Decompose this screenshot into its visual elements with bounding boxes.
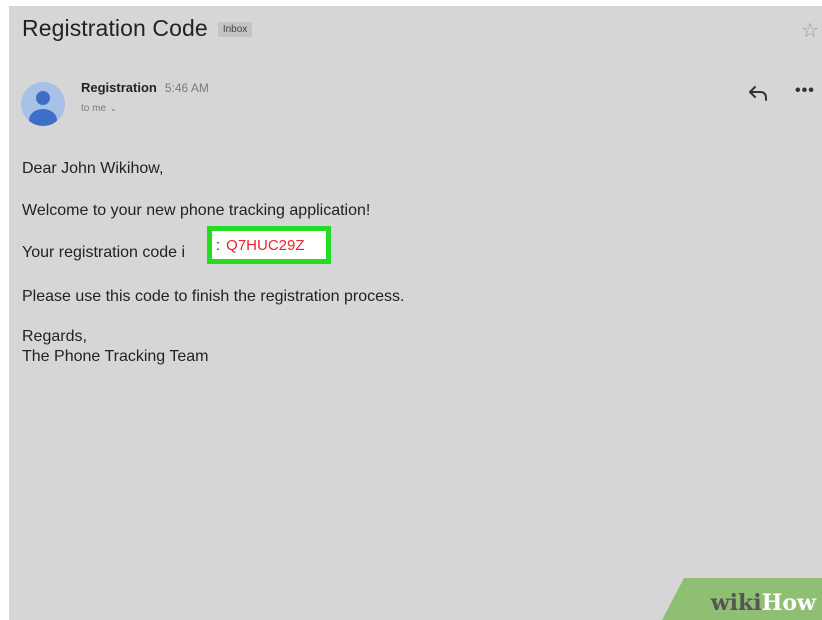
- greeting-text: Dear John Wikihow,: [22, 160, 164, 177]
- inbox-label-badge[interactable]: Inbox: [217, 22, 253, 37]
- more-horizontal-icon[interactable]: •••: [795, 82, 815, 100]
- regards-text: Regards,: [22, 328, 87, 345]
- instruction-text: Please use this code to finish the regis…: [22, 288, 405, 305]
- highlight-box: : Q7HUC29Z: [207, 226, 331, 264]
- chevron-down-icon: ⌄: [110, 104, 117, 113]
- email-timestamp: 5:46 AM: [164, 81, 209, 95]
- code-inner: : Q7HUC29Z: [212, 231, 305, 259]
- sender-block: Registration 5:46 AM to me ⌄: [81, 80, 209, 114]
- sender-name[interactable]: Registration: [81, 80, 157, 95]
- reply-icon[interactable]: [747, 84, 769, 102]
- email-subject: Registration Code: [22, 15, 208, 41]
- watermark-how: How: [761, 590, 816, 616]
- email-view: Registration Code Inbox ☆ Registration 5…: [9, 6, 822, 620]
- signature-text: The Phone Tracking Team: [22, 348, 209, 365]
- code-colon: :: [216, 236, 221, 254]
- recipient-details-toggle[interactable]: to me ⌄: [81, 103, 209, 114]
- subject-row: Registration Code Inbox: [22, 15, 253, 42]
- recipient-label: to me: [81, 103, 107, 114]
- registration-code-value[interactable]: Q7HUC29Z: [226, 237, 304, 254]
- sender-line: Registration 5:46 AM: [81, 80, 209, 95]
- person-avatar-icon[interactable]: [21, 82, 65, 126]
- star-icon[interactable]: ☆: [801, 21, 819, 41]
- welcome-text: Welcome to your new phone tracking appli…: [22, 202, 371, 219]
- registration-code-line: Your registration code i: [22, 244, 185, 262]
- registration-code-prefix: Your registration code i: [22, 244, 186, 261]
- watermark-text: wikiHow: [711, 590, 816, 616]
- wikihow-watermark: wikiHow: [662, 578, 822, 620]
- watermark-wiki: wiki: [710, 590, 762, 616]
